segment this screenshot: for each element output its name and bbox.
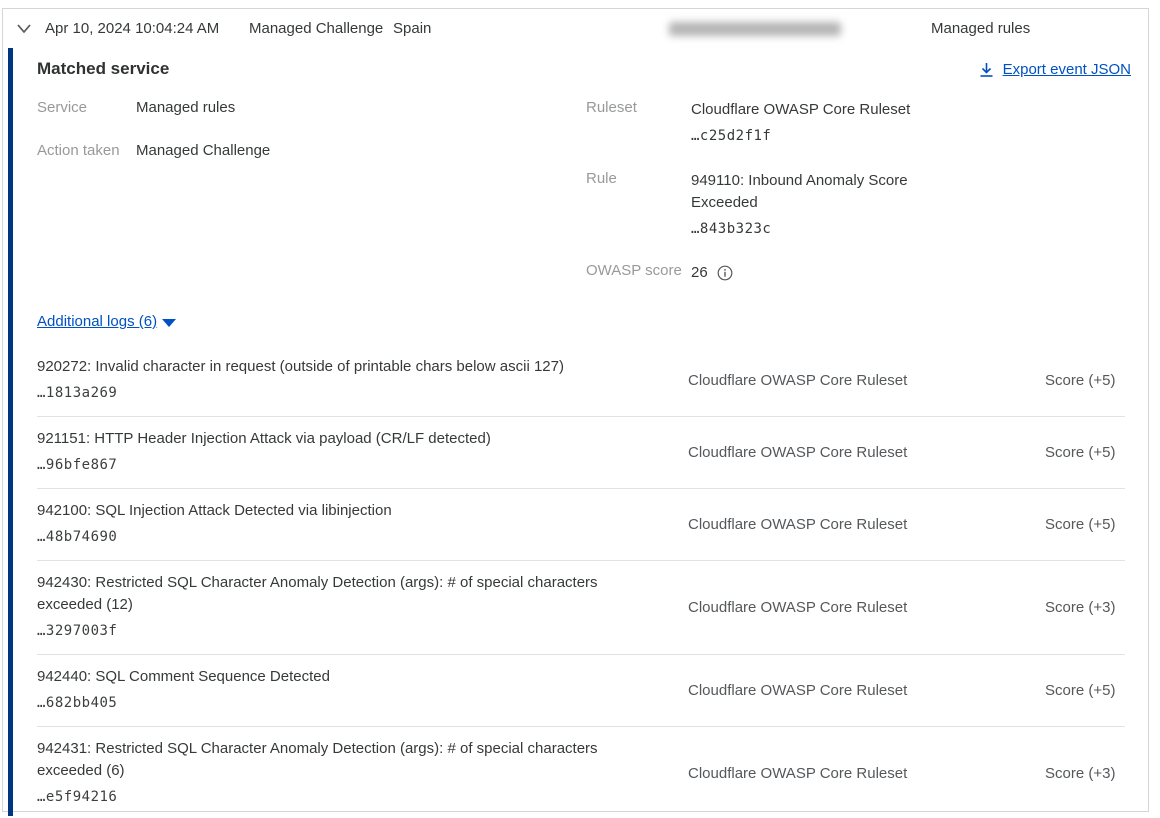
event-country: Spain [393, 20, 431, 37]
event-timestamp: Apr 10, 2024 10:04:24 AM [45, 20, 219, 37]
log-rule-title: 942430: Restricted SQL Character Anomaly… [37, 572, 629, 616]
log-score: Score (+3) [1009, 765, 1125, 782]
log-rule-hash: …48b74690 [37, 525, 688, 549]
firewall-event-detail: Apr 10, 2024 10:04:24 AM Managed Challen… [0, 0, 1160, 818]
log-row: 942100: SQL Injection Attack Detected vi… [37, 489, 1125, 561]
redacted-value [669, 22, 841, 36]
owasp-score-label: OWASP score [586, 262, 686, 279]
event-service: Managed rules [931, 20, 1030, 37]
log-rule-title: 942100: SQL Injection Attack Detected vi… [37, 500, 629, 522]
rule-value: 949110: Inbound Anomaly Score Exceeded …… [691, 170, 936, 241]
ruleset-label: Ruleset [586, 99, 686, 116]
log-row: 942430: Restricted SQL Character Anomaly… [37, 561, 1125, 655]
ruleset-value: Cloudflare OWASP Core Ruleset …c25d2f1f [691, 99, 936, 148]
rule-name: 949110: Inbound Anomaly Score Exceeded [691, 172, 908, 211]
info-icon[interactable] [717, 265, 733, 281]
log-rule-hash: …3297003f [37, 619, 688, 643]
log-rule-title: 942431: Restricted SQL Character Anomaly… [37, 738, 629, 782]
log-ruleset-name: Cloudflare OWASP Core Ruleset [688, 682, 1009, 699]
rule-label: Rule [586, 170, 686, 187]
log-row: 942431: Restricted SQL Character Anomaly… [37, 727, 1125, 818]
log-score: Score (+5) [1009, 444, 1125, 461]
log-score: Score (+3) [1009, 599, 1125, 616]
log-row: 942440: SQL Comment Sequence Detected …6… [37, 655, 1125, 727]
service-value: Managed rules [136, 99, 235, 116]
chevron-down-icon[interactable] [16, 23, 32, 35]
expanded-row-accent-bar [8, 48, 13, 816]
log-rule-hash: …682bb405 [37, 691, 688, 715]
rule-hash: …843b323c [691, 217, 936, 241]
log-rule-title: 920272: Invalid character in request (ou… [37, 356, 629, 378]
download-icon [979, 62, 994, 78]
log-ruleset-name: Cloudflare OWASP Core Ruleset [688, 765, 1009, 782]
log-score: Score (+5) [1009, 682, 1125, 699]
event-action: Managed Challenge [249, 20, 383, 37]
export-event-json-link[interactable]: Export event JSON [979, 61, 1131, 78]
matched-service-title: Matched service [37, 59, 169, 79]
log-row: 921151: HTTP Header Injection Attack via… [37, 417, 1125, 489]
log-ruleset-name: Cloudflare OWASP Core Ruleset [688, 372, 1009, 389]
action-taken-field: Action takenManaged Challenge [37, 142, 270, 160]
log-ruleset-name: Cloudflare OWASP Core Ruleset [688, 599, 1009, 616]
caret-down-icon [162, 319, 176, 327]
log-rule-hash: …1813a269 [37, 381, 688, 405]
log-ruleset-name: Cloudflare OWASP Core Ruleset [688, 444, 1009, 461]
event-header-row[interactable]: Apr 10, 2024 10:04:24 AM Managed Challen… [3, 9, 1148, 49]
log-rule-hash: …96bfe867 [37, 453, 688, 477]
additional-logs-toggle[interactable]: Additional logs (6) [37, 313, 176, 330]
log-score: Score (+5) [1009, 516, 1125, 533]
event-panel: Apr 10, 2024 10:04:24 AM Managed Challen… [2, 8, 1149, 812]
additional-logs-label: Additional logs (6) [37, 313, 157, 330]
log-score: Score (+5) [1009, 372, 1125, 389]
export-link-label: Export event JSON [1003, 61, 1131, 78]
action-taken-value: Managed Challenge [136, 142, 270, 159]
ruleset-name: Cloudflare OWASP Core Ruleset [691, 101, 910, 118]
owasp-score-value: 26 [691, 262, 708, 284]
action-taken-label: Action taken [37, 142, 136, 159]
additional-logs-table: 920272: Invalid character in request (ou… [37, 345, 1125, 818]
log-ruleset-name: Cloudflare OWASP Core Ruleset [688, 516, 1009, 533]
log-row: 920272: Invalid character in request (ou… [37, 345, 1125, 417]
log-rule-title: 942440: SQL Comment Sequence Detected [37, 666, 629, 688]
ruleset-hash: …c25d2f1f [691, 124, 936, 148]
owasp-score-value-row: 26 [691, 262, 936, 284]
service-label: Service [37, 99, 136, 116]
log-rule-title: 921151: HTTP Header Injection Attack via… [37, 428, 629, 450]
service-field: ServiceManaged rules [37, 99, 235, 117]
log-rule-hash: …e5f94216 [37, 785, 688, 809]
